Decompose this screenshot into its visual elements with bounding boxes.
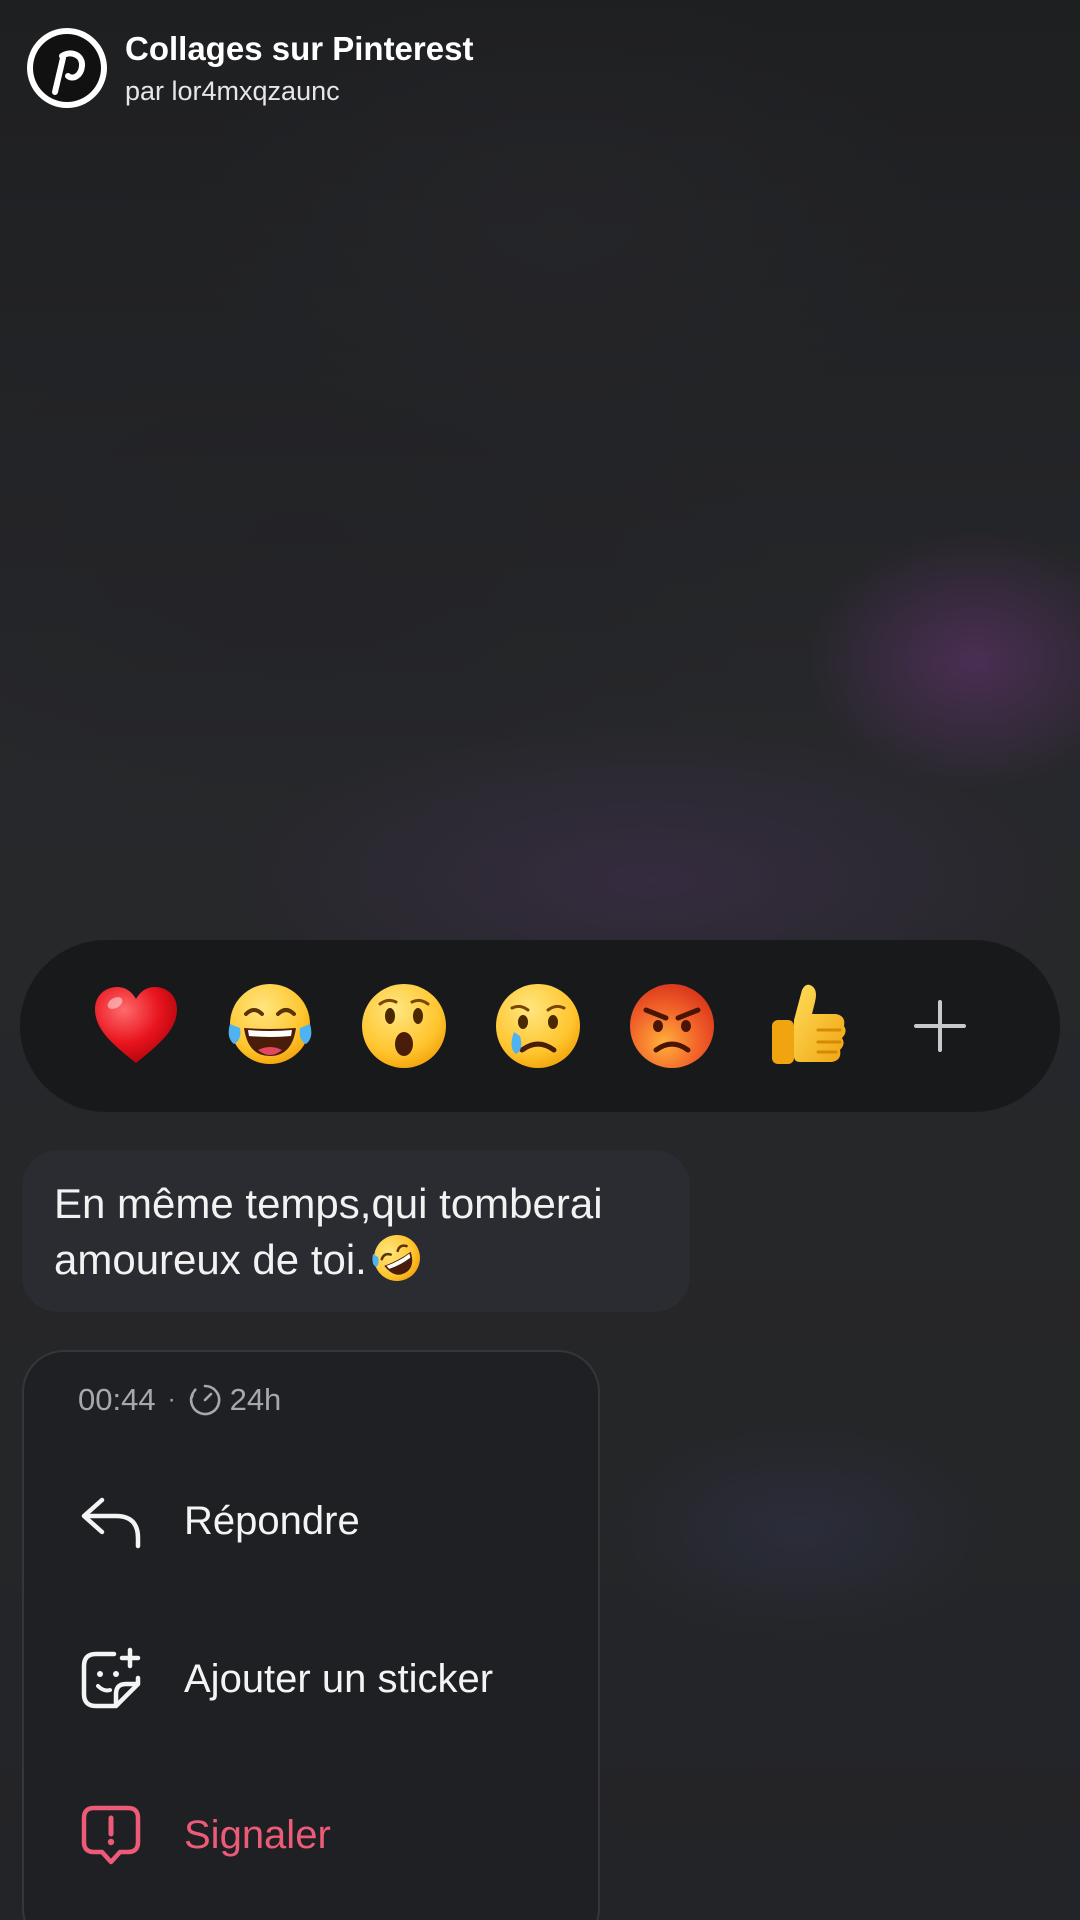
timer-icon [188,1383,222,1417]
message-text-line-2: amoureux de toi. [54,1232,658,1298]
angry-face-emoji[interactable] [622,976,722,1076]
surprised-face-emoji[interactable] [354,976,454,1076]
crying-face-emoji[interactable] [488,976,588,1076]
red-heart-emoji[interactable] [86,976,186,1076]
header-text: Collages sur Pinterest par lor4mxqzaunc [125,27,473,109]
tears-of-joy-emoji[interactable] [220,976,320,1076]
plus-icon[interactable] [890,976,990,1076]
menu-item-report-label: Signaler [184,1812,331,1857]
story-screen: Collages sur Pinterest par lor4mxqzaunc [0,0,1080,1920]
message-text-line-1: En même temps,qui tomberai [54,1180,603,1227]
rolling-on-floor-laughing-emoji [371,1232,423,1298]
story-title[interactable]: Collages sur Pinterest [125,27,473,71]
thumbs-up-emoji[interactable] [756,976,856,1076]
message-context-menu: 00:44 · 24h Répondre Ajouter un sticker … [22,1350,600,1920]
message-bubble[interactable]: En même temps,qui tomberai amoureux de t… [22,1150,690,1312]
message-time: 00:44 [78,1382,156,1417]
menu-item-add-sticker-label: Ajouter un sticker [184,1656,494,1701]
message-text-line-2-text: amoureux de toi. [54,1236,367,1283]
story-author[interactable]: par lor4mxqzaunc [125,73,473,109]
menu-item-reply-label: Répondre [184,1498,360,1543]
pinterest-logo-icon[interactable] [27,28,107,108]
message-expiry: 24h [229,1382,282,1417]
menu-item-reply[interactable]: Répondre [78,1488,360,1554]
reaction-bar [20,940,1060,1112]
menu-item-report[interactable]: Signaler [78,1802,331,1868]
menu-item-add-sticker[interactable]: Ajouter un sticker [78,1646,493,1712]
report-icon [78,1802,144,1868]
add-sticker-icon [78,1646,144,1712]
story-header: Collages sur Pinterest par lor4mxqzaunc [27,27,473,109]
reply-arrow-icon [78,1488,144,1554]
message-meta: 00:44 · 24h [78,1382,281,1418]
meta-separator: · [167,1386,176,1413]
